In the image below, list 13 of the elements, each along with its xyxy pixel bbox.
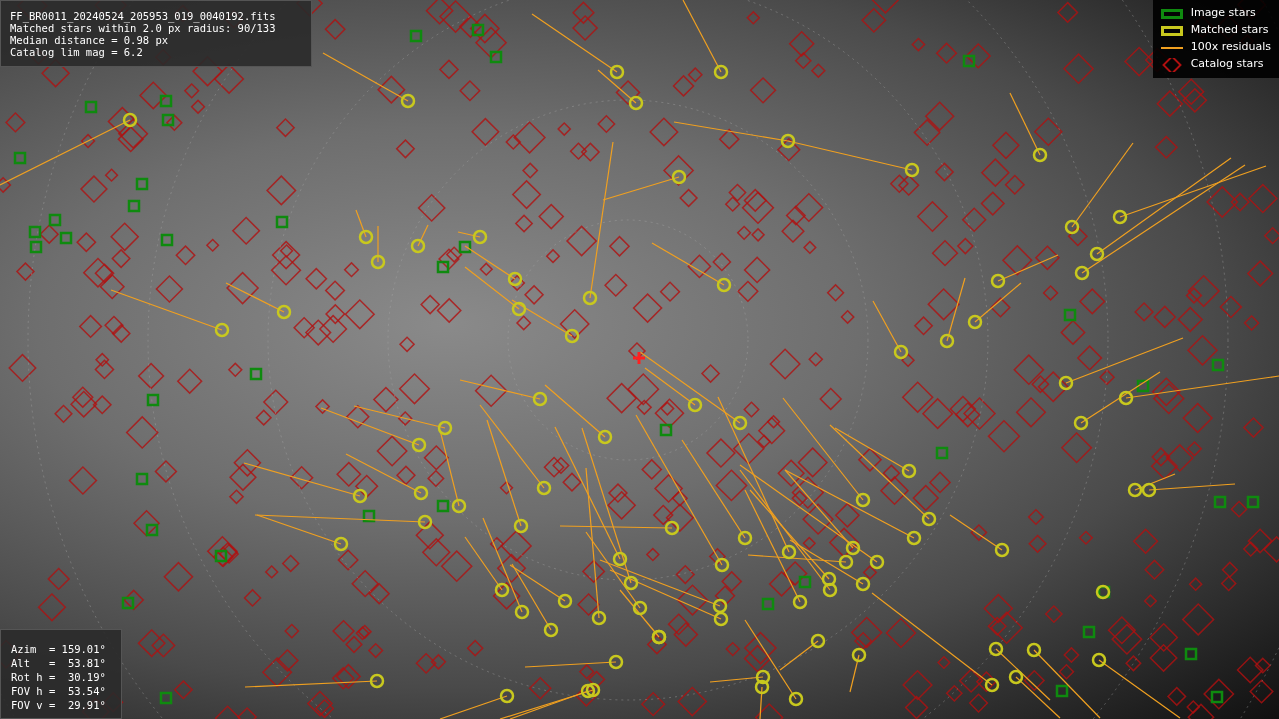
legend-label: 100x residuals	[1190, 39, 1271, 56]
pointing-text: Azim = 159.01°	[11, 642, 107, 656]
pointing-text: Rot h = 30.19°	[11, 670, 107, 684]
pointing-text: FOV h = 53.54°	[11, 684, 107, 698]
pointing-text: FOV v = 29.91°	[11, 698, 107, 712]
info-text: Median distance = 0.98 px	[10, 34, 170, 46]
info-text: Catalog lim mag = 6.2	[10, 46, 144, 58]
pointing-text: Alt = 53.81°	[11, 656, 107, 670]
legend-label: Catalog stars	[1190, 56, 1264, 73]
legend-label: Image stars	[1190, 5, 1256, 22]
info-text: FF_BR0011_20240524_205953_019_0040192.fits	[10, 10, 277, 22]
info-text: Matched stars within 2.0 px radius: 90/133	[10, 22, 277, 34]
legend-label: Matched stars	[1190, 22, 1269, 39]
